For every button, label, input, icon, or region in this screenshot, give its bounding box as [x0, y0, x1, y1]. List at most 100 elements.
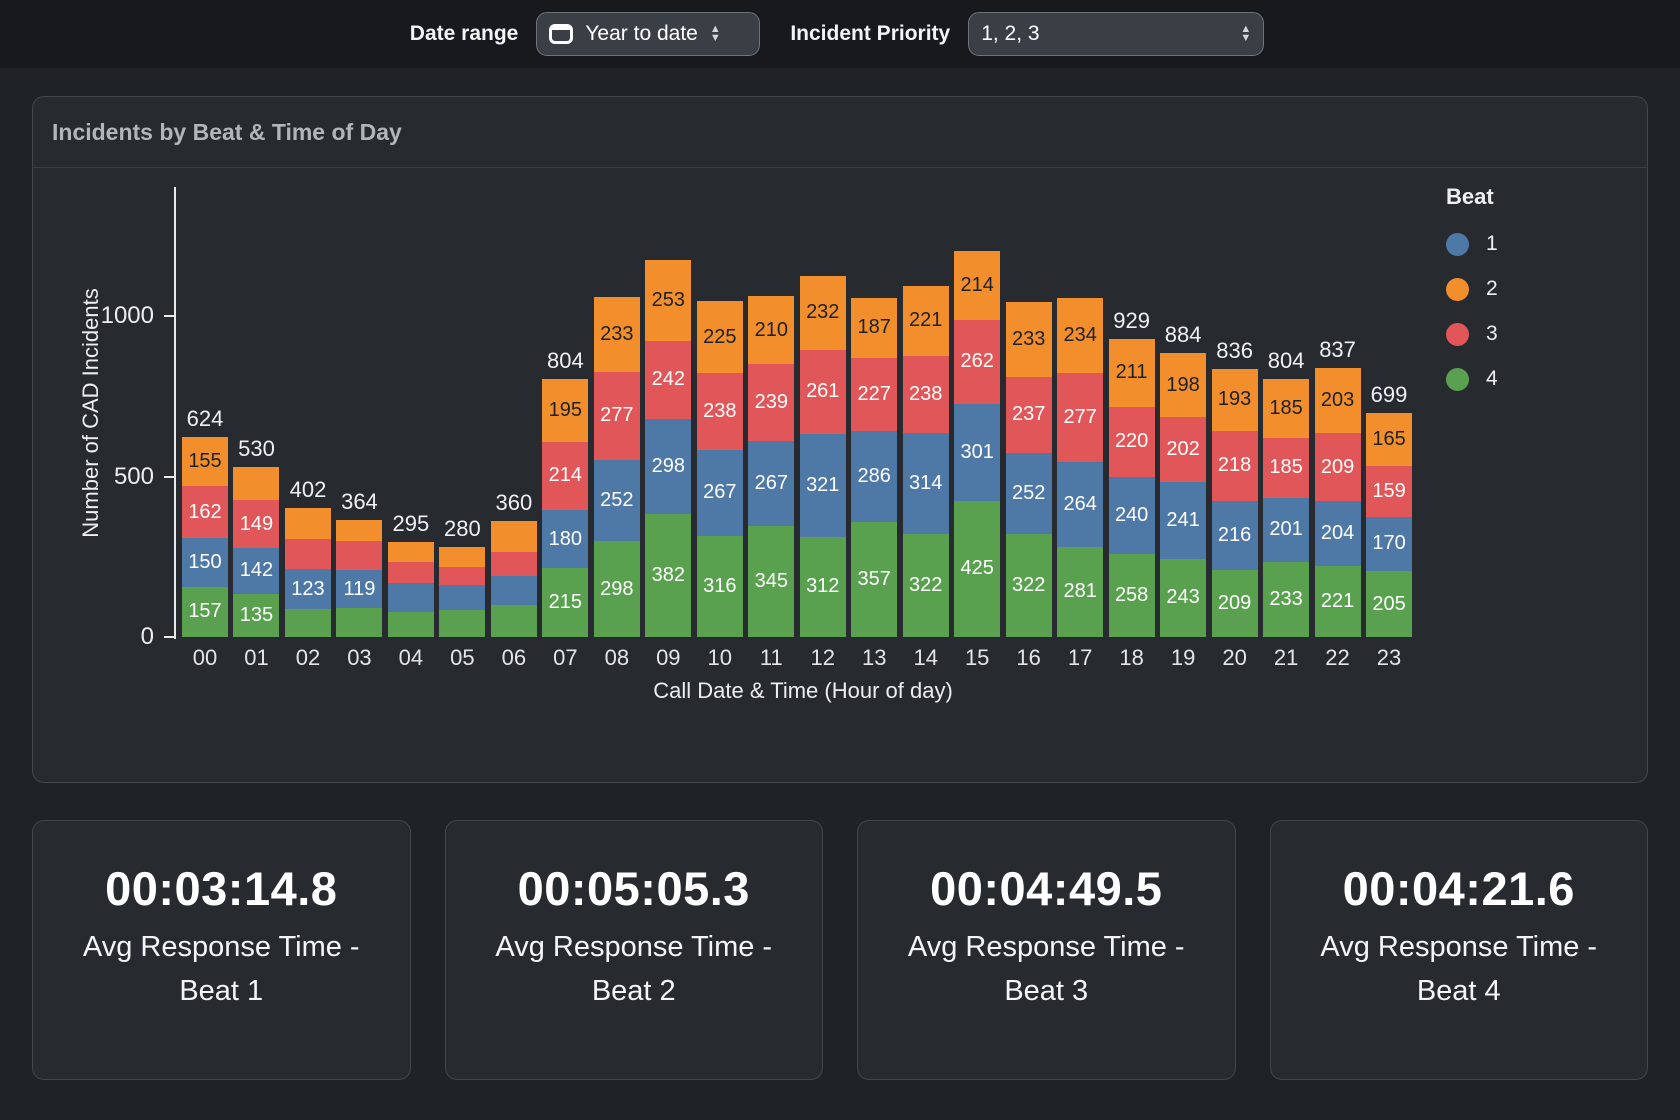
date-range-select[interactable]: Year to date ▲▼ [536, 12, 760, 56]
bar-segment[interactable]: 240 [1109, 477, 1155, 554]
bar-segment[interactable]: 382 [645, 514, 691, 637]
up-down-arrows-icon: ▲▼ [1240, 25, 1251, 43]
bar-segment[interactable]: 215 [542, 568, 588, 637]
bar-segment[interactable]: 345 [748, 526, 794, 637]
bar-segment[interactable]: 281 [1057, 547, 1103, 637]
bar-segment[interactable]: 286 [851, 431, 897, 523]
legend-item[interactable]: 1 [1446, 232, 1498, 256]
bar-segment[interactable]: 233 [1006, 302, 1052, 377]
bar-segment[interactable]: 227 [851, 358, 897, 431]
bar-segment[interactable]: 242 [645, 341, 691, 419]
bar-segment[interactable]: 277 [594, 372, 640, 461]
bar-segment[interactable]: 187 [851, 298, 897, 358]
bar-segment[interactable]: 252 [594, 460, 640, 541]
bar-segment[interactable] [388, 583, 434, 612]
bar-segment[interactable]: 225 [697, 301, 743, 373]
bar-segment[interactable]: 221 [903, 286, 949, 357]
bar-segment[interactable] [439, 585, 485, 610]
bar-segment[interactable] [336, 541, 382, 570]
bar-segment[interactable]: 202 [1160, 417, 1206, 482]
bar-segment[interactable] [336, 608, 382, 637]
bar-segment[interactable]: 205 [1366, 571, 1412, 637]
bar-segment[interactable]: 201 [1263, 498, 1309, 563]
bar-segment[interactable]: 258 [1109, 554, 1155, 637]
bar-segment[interactable]: 218 [1212, 431, 1258, 501]
bar-segment[interactable]: 262 [954, 320, 1000, 404]
bar-segment[interactable]: 119 [336, 570, 382, 608]
bar-segment[interactable]: 204 [1315, 501, 1361, 566]
bar-segment[interactable] [439, 567, 485, 585]
bar-segment[interactable]: 193 [1212, 369, 1258, 431]
x-tick-label: 16 [1006, 645, 1052, 671]
bar-segment[interactable]: 195 [542, 379, 588, 442]
bar-segment[interactable]: 232 [800, 276, 846, 350]
bar-segment[interactable] [285, 609, 331, 637]
bar-segment[interactable]: 180 [542, 510, 588, 568]
bar-segment[interactable]: 165 [1366, 413, 1412, 466]
bar-segment[interactable]: 214 [542, 442, 588, 511]
bar-segment[interactable] [439, 547, 485, 567]
x-tick-label: 23 [1366, 645, 1412, 671]
bar-segment[interactable]: 238 [903, 356, 949, 432]
bar-segment[interactable]: 233 [1263, 562, 1309, 637]
bar-segment[interactable]: 261 [800, 350, 846, 434]
bar-segment[interactable]: 135 [233, 594, 279, 637]
bar-segment[interactable]: 357 [851, 522, 897, 637]
bar-segment[interactable] [388, 562, 434, 583]
bar-segment[interactable] [388, 612, 434, 637]
bar-segment[interactable]: 241 [1160, 482, 1206, 559]
bar-segment[interactable] [439, 610, 485, 637]
bar-segment[interactable]: 252 [1006, 453, 1052, 534]
bar-segment[interactable]: 321 [800, 434, 846, 537]
bar-segment[interactable]: 211 [1109, 339, 1155, 407]
bar-segment[interactable]: 267 [748, 441, 794, 527]
bar-segment[interactable]: 253 [645, 260, 691, 341]
bar-segment[interactable]: 264 [1057, 462, 1103, 547]
bar-segment[interactable]: 267 [697, 450, 743, 536]
bar-segment[interactable] [491, 521, 537, 552]
bar-segment[interactable]: 142 [233, 548, 279, 594]
legend-item[interactable]: 4 [1446, 367, 1498, 391]
bar-segment[interactable] [491, 605, 537, 637]
bar-segment[interactable]: 162 [182, 486, 228, 538]
bar-segment[interactable]: 210 [748, 296, 794, 363]
bar-segment[interactable]: 322 [903, 534, 949, 637]
bar-segment[interactable] [491, 552, 537, 576]
bar-segment[interactable]: 157 [182, 587, 228, 637]
bar-segment[interactable]: 123 [285, 569, 331, 608]
bar-segment[interactable]: 170 [1366, 517, 1412, 572]
bar-segment[interactable]: 237 [1006, 377, 1052, 453]
bar-segment[interactable]: 150 [182, 538, 228, 586]
bar-segment[interactable]: 221 [1315, 566, 1361, 637]
bar-segment[interactable]: 316 [697, 536, 743, 637]
bar-segment[interactable] [388, 542, 434, 562]
bar-segment[interactable]: 214 [954, 251, 1000, 320]
bar-segment[interactable]: 239 [748, 364, 794, 441]
bar-segment[interactable]: 312 [800, 537, 846, 637]
bar-segment[interactable]: 209 [1315, 433, 1361, 500]
legend-item[interactable]: 2 [1446, 277, 1498, 301]
bar-segment[interactable]: 159 [1366, 466, 1412, 517]
bar-segment[interactable]: 301 [954, 404, 1000, 501]
bar-segment[interactable]: 314 [903, 433, 949, 534]
bar-segment[interactable]: 298 [594, 541, 640, 637]
bar-segment[interactable] [491, 576, 537, 605]
bar-segment[interactable]: 185 [1263, 379, 1309, 438]
bar-segment[interactable]: 322 [1006, 534, 1052, 637]
bar-segment[interactable]: 220 [1109, 407, 1155, 478]
legend-item[interactable]: 3 [1446, 322, 1498, 346]
bar-segment[interactable] [285, 539, 331, 569]
bar-segment[interactable]: 298 [645, 419, 691, 515]
bar-segment[interactable]: 233 [594, 297, 640, 372]
bar-segment[interactable]: 277 [1057, 373, 1103, 462]
bar-segment[interactable]: 425 [954, 501, 1000, 637]
bar-segment[interactable]: 209 [1212, 570, 1258, 637]
incident-priority-select[interactable]: 1, 2, 3 ▲▼ [968, 12, 1264, 56]
bar-segment[interactable]: 216 [1212, 501, 1258, 570]
bar-segment[interactable]: 149 [233, 500, 279, 548]
x-tick-label: 15 [954, 645, 1000, 671]
bar-segment[interactable]: 238 [697, 373, 743, 449]
bar-segment[interactable]: 243 [1160, 559, 1206, 637]
incident-priority-value: 1, 2, 3 [981, 22, 1039, 46]
bar-segment[interactable]: 185 [1263, 438, 1309, 497]
